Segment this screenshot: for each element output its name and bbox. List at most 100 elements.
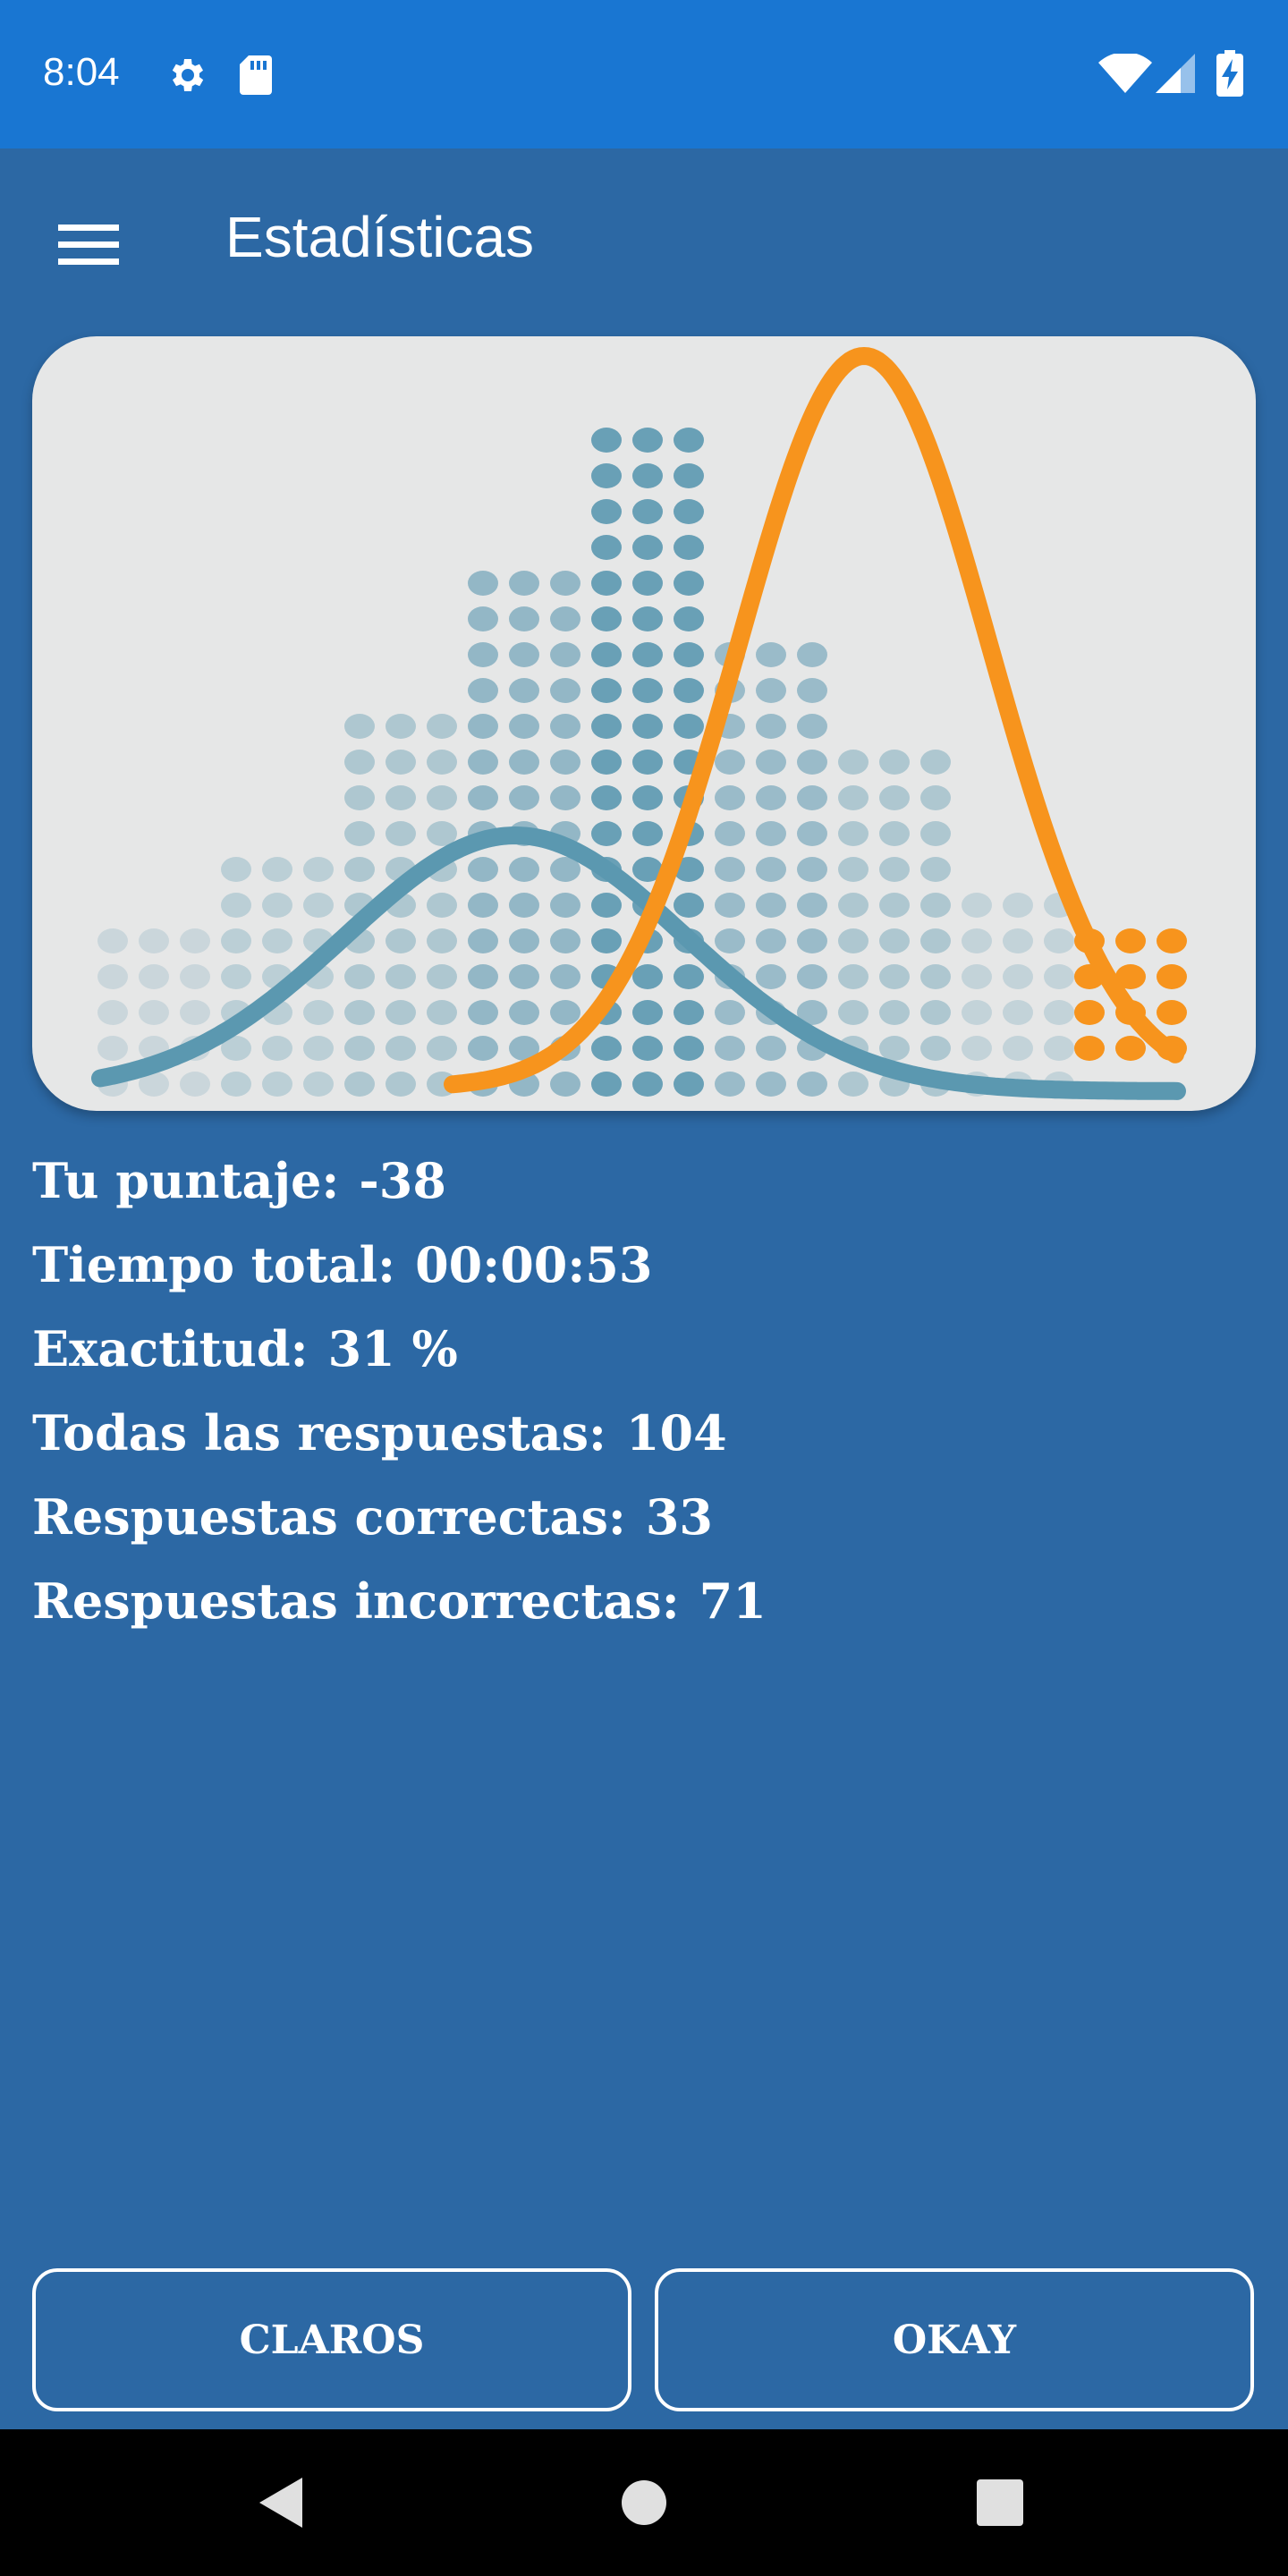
histogram-dot xyxy=(550,964,580,989)
histogram-dot xyxy=(344,1000,375,1025)
histogram-dot xyxy=(386,928,416,953)
histogram-dot xyxy=(344,1036,375,1061)
histogram-dot xyxy=(468,606,498,631)
histogram-dot xyxy=(632,1072,663,1097)
histogram-dot xyxy=(550,606,580,631)
hamburger-menu-icon xyxy=(58,225,119,265)
histogram-dot xyxy=(674,1072,704,1097)
histogram-dot xyxy=(879,750,910,775)
stat-incorrect-answers: Respuestas incorrectas: 71 xyxy=(32,1565,1249,1649)
histogram-dot xyxy=(591,821,622,846)
histogram-dot xyxy=(97,1000,128,1025)
histogram-dot xyxy=(632,535,663,560)
histogram-dot xyxy=(838,964,869,989)
histogram-dot xyxy=(632,964,663,989)
bell-curve-illustration xyxy=(91,346,1187,1100)
histogram-dot xyxy=(920,1000,951,1025)
histogram-dot xyxy=(674,964,704,989)
histogram-dot xyxy=(550,893,580,918)
histogram-dot xyxy=(879,928,910,953)
histogram-dot xyxy=(1044,964,1074,989)
histogram-dot xyxy=(838,893,869,918)
histogram-dot xyxy=(632,714,663,739)
histogram-dot xyxy=(756,821,786,846)
histogram-dot xyxy=(797,928,827,953)
histogram-dot xyxy=(386,964,416,989)
histogram-dot xyxy=(509,893,539,918)
histogram-dot xyxy=(879,1000,910,1025)
clear-button[interactable]: CLAROS xyxy=(32,2268,631,2411)
histogram-dot xyxy=(715,857,745,882)
histogram-dot xyxy=(591,463,622,488)
histogram-dot xyxy=(920,857,951,882)
histogram-dot xyxy=(591,750,622,775)
histogram-dot xyxy=(632,642,663,667)
histogram-dot xyxy=(591,893,622,918)
histogram-dot xyxy=(715,821,745,846)
menu-button[interactable] xyxy=(39,195,138,293)
page-title: Estadísticas xyxy=(225,205,535,269)
histogram-dot xyxy=(962,893,992,918)
histogram-dot xyxy=(879,785,910,810)
histogram-dot xyxy=(591,535,622,560)
histogram-dot xyxy=(303,857,334,882)
histogram-dot xyxy=(427,1036,457,1061)
histogram-dot xyxy=(262,928,292,953)
histogram-dot xyxy=(715,893,745,918)
histogram-dot xyxy=(674,893,704,918)
stat-total-time-label: Tiempo total: xyxy=(32,1236,396,1293)
histogram-dot xyxy=(550,571,580,596)
histogram-dot xyxy=(386,1072,416,1097)
stat-accuracy-value: 31 % xyxy=(327,1320,458,1377)
histogram-dot xyxy=(427,785,457,810)
histogram-dot xyxy=(139,1000,169,1025)
histogram-dot xyxy=(756,714,786,739)
back-icon[interactable] xyxy=(256,2474,309,2535)
histogram-dot xyxy=(386,714,416,739)
histogram-dot xyxy=(1044,1000,1074,1025)
histogram-dot xyxy=(715,1036,745,1061)
histogram-dot xyxy=(632,821,663,846)
histogram-dot xyxy=(838,928,869,953)
histogram-dot-highlight xyxy=(1074,1000,1105,1025)
histogram-dot xyxy=(509,750,539,775)
histogram-dot xyxy=(386,1036,416,1061)
stat-all-answers: Todas las respuestas: 104 xyxy=(32,1397,1249,1481)
histogram-dot xyxy=(468,785,498,810)
histogram-dot xyxy=(920,821,951,846)
histogram-dot xyxy=(386,1000,416,1025)
histogram-dot xyxy=(509,606,539,631)
histogram-dot xyxy=(674,1000,704,1025)
wifi-icon xyxy=(1098,52,1152,97)
histogram-dot xyxy=(427,750,457,775)
histogram-dot xyxy=(1003,964,1033,989)
stat-total-time: Tiempo total: 00:00:53 xyxy=(32,1229,1249,1313)
histogram-dot xyxy=(962,964,992,989)
histogram-dot xyxy=(879,857,910,882)
histogram-dot xyxy=(797,714,827,739)
histogram-dot xyxy=(591,785,622,810)
sd-card-icon xyxy=(238,54,274,100)
histogram-dot xyxy=(303,893,334,918)
histogram-dot xyxy=(674,499,704,524)
stat-score-label: Tu puntaje: xyxy=(32,1152,340,1209)
histogram-dot xyxy=(550,678,580,703)
stat-accuracy-label: Exactitud: xyxy=(32,1320,309,1377)
home-icon[interactable] xyxy=(621,2479,667,2529)
histogram-dot xyxy=(468,678,498,703)
histogram-dot xyxy=(509,857,539,882)
histogram-dot xyxy=(920,785,951,810)
histogram-dot xyxy=(386,750,416,775)
histogram-dot xyxy=(262,1036,292,1061)
histogram-dot-highlight xyxy=(1074,1036,1105,1061)
histogram-dot xyxy=(344,821,375,846)
recents-icon[interactable] xyxy=(977,2479,1023,2529)
histogram-dot xyxy=(139,928,169,953)
histogram-dot xyxy=(221,893,251,918)
ok-button[interactable]: OKAY xyxy=(655,2268,1254,2411)
histogram-dot xyxy=(1044,1036,1074,1061)
histogram-dot xyxy=(756,928,786,953)
histogram-dot xyxy=(344,750,375,775)
histogram-dot xyxy=(468,571,498,596)
histogram-dot xyxy=(303,1036,334,1061)
